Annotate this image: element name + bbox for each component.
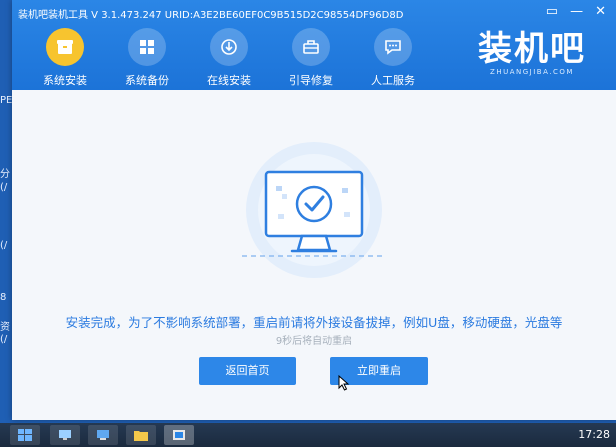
windows-icon	[128, 28, 166, 66]
desktop-icon-label: (/	[0, 334, 8, 345]
installer-icon	[173, 430, 185, 440]
toolbox-icon	[292, 28, 330, 66]
taskbar-app-installer[interactable]	[164, 425, 194, 445]
monitor-icon	[97, 430, 109, 440]
desktop-icon-label: PE	[0, 95, 13, 106]
chat-icon	[374, 28, 412, 66]
nav-item-system-backup[interactable]: 系统备份	[106, 28, 188, 88]
system-clock: 17:28	[578, 428, 610, 441]
window-controls: ▭ — ✕	[546, 5, 606, 19]
restart-countdown: 9秒后将自动重启	[275, 336, 353, 347]
completion-message: 安装完成，为了不影响系统部署，重启前请将外接设备拔掉，例如U盘，移动硬盘，光盘等	[65, 315, 563, 330]
main-content: 安装完成，为了不影响系统部署，重启前请将外接设备拔掉，例如U盘，移动硬盘，光盘等…	[12, 90, 616, 420]
installer-window: 装机吧装机工具 V 3.1.473.247 URID:A3E2BE60EF0C9…	[12, 0, 616, 420]
taskbar-app-explorer[interactable]	[50, 425, 80, 445]
window-title: 装机吧装机工具 V 3.1.473.247 URID:A3E2BE60EF0C9…	[18, 10, 404, 21]
nav-label: 系统安装	[43, 74, 87, 87]
desktop-icon-label: 资	[0, 322, 10, 333]
brand-name: 装机吧	[478, 29, 586, 69]
minimize-icon[interactable]: —	[570, 5, 583, 19]
download-icon	[210, 28, 248, 66]
nav-item-boot-repair[interactable]: 引导修复	[270, 28, 352, 88]
desktop-icon-label: (/	[0, 240, 8, 251]
start-button[interactable]	[10, 425, 40, 445]
return-home-button[interactable]: 返回首页	[199, 357, 296, 385]
folder-icon	[134, 431, 148, 441]
header-bar: 装机吧装机工具 V 3.1.473.247 URID:A3E2BE60EF0C9…	[12, 0, 616, 90]
desktop-icon-label: 分	[0, 169, 10, 180]
brand-logo: 装机吧 ZHUANGJIBA.COM	[478, 30, 586, 76]
windows-icon	[18, 429, 32, 441]
monitor-check-icon	[242, 142, 386, 278]
nav-label: 在线安装	[207, 74, 251, 87]
brand-url: ZHUANGJIBA.COM	[490, 68, 574, 76]
taskbar: 17:28	[0, 423, 616, 447]
restore-icon[interactable]: ▭	[546, 5, 558, 19]
close-icon[interactable]: ✕	[595, 5, 606, 19]
nav-label: 引导修复	[289, 74, 333, 87]
box-icon	[46, 28, 84, 66]
nav-item-manual-service[interactable]: 人工服务	[352, 28, 434, 88]
desktop-icon-label: (/	[0, 182, 8, 193]
mouse-cursor-icon	[338, 375, 350, 391]
desktop-icon-label: 8	[0, 292, 7, 303]
computer-icon	[59, 430, 71, 440]
nav-item-online-install[interactable]: 在线安装	[188, 28, 270, 88]
main-nav: 系统安装 系统备份 在线安装 引导修复 人工服务	[24, 28, 434, 88]
taskbar-app-folder[interactable]	[126, 425, 156, 445]
nav-item-system-install[interactable]: 系统安装	[24, 28, 106, 88]
nav-label: 系统备份	[125, 74, 169, 87]
nav-label: 人工服务	[371, 74, 415, 87]
taskbar-app-computer[interactable]	[88, 425, 118, 445]
